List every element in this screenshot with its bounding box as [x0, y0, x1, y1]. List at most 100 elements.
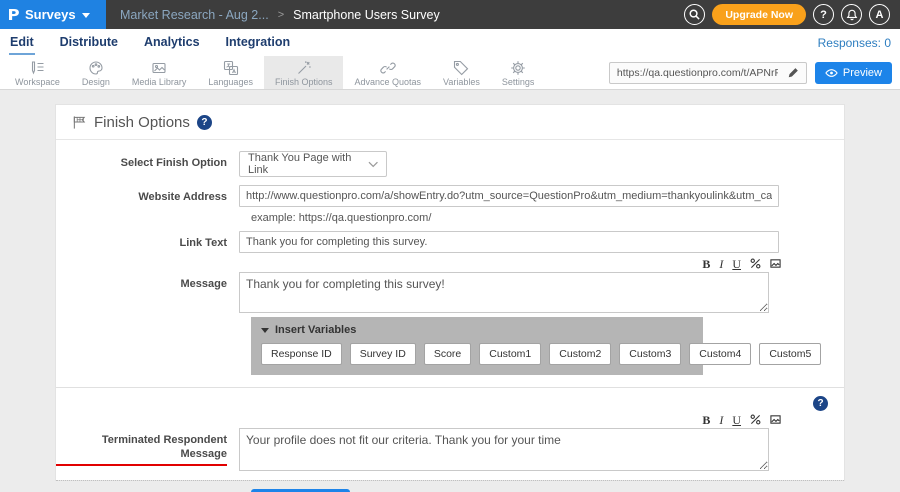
eye-icon: [825, 68, 838, 78]
user-avatar[interactable]: A: [869, 4, 890, 25]
tab-distribute[interactable]: Distribute: [59, 30, 119, 55]
finish-option-select[interactable]: Thank You Page with Link: [239, 151, 387, 177]
toolbar-item-advance-quotas[interactable]: Advance Quotas: [343, 56, 432, 89]
search-button[interactable]: [684, 4, 705, 25]
preview-button[interactable]: Preview: [815, 62, 892, 84]
tab-edit[interactable]: Edit: [9, 30, 35, 55]
search-icon: [688, 8, 701, 21]
toolbar-item-workspace[interactable]: Workspace: [4, 56, 71, 89]
website-address-input[interactable]: [239, 185, 779, 207]
chevron-down-icon: [368, 161, 378, 168]
link-button[interactable]: [750, 414, 761, 425]
product-name: Surveys: [25, 7, 76, 22]
help-button[interactable]: ?: [813, 4, 834, 25]
collapse-caret-icon: [261, 328, 269, 333]
terminated-editor-toolbar: B I U: [251, 413, 781, 426]
toolbar-right-actions: Preview: [609, 56, 900, 89]
insert-image-button[interactable]: [770, 414, 781, 425]
var-custom2-button[interactable]: Custom2: [549, 343, 611, 365]
survey-url-input[interactable]: [610, 67, 782, 79]
terminated-message-row: Terminated Respondent Message Your profi…: [56, 428, 844, 471]
responses-count[interactable]: Responses: 0: [818, 36, 891, 50]
insert-variables-buttons: Response ID Survey ID Score Custom1 Cust…: [251, 341, 703, 375]
chevron-down-icon: [82, 13, 90, 18]
breadcrumb-survey-name: Smartphone Users Survey: [293, 8, 440, 22]
terminated-help-row: ?: [56, 388, 844, 413]
translate-icon: [223, 60, 239, 76]
top-header-bar: P Surveys Market Research - Aug 2... > S…: [0, 0, 900, 29]
message-textarea[interactable]: Thank you for completing this survey!: [239, 272, 769, 313]
website-address-hint: example: https://qa.questionpro.com/: [251, 212, 844, 224]
var-custom3-button[interactable]: Custom3: [619, 343, 681, 365]
dotted-separator: [56, 480, 844, 481]
insert-image-button[interactable]: [770, 258, 781, 269]
chain-link-icon: [380, 60, 396, 76]
notifications-button[interactable]: [841, 4, 862, 25]
toolbar-item-variables[interactable]: Variables: [432, 56, 491, 89]
palette-icon: [88, 60, 104, 76]
bold-button[interactable]: B: [702, 258, 710, 270]
underline-button[interactable]: U: [732, 258, 741, 270]
upgrade-now-button[interactable]: Upgrade Now: [712, 4, 806, 25]
terminated-message-textarea[interactable]: Your profile does not fit our criteria. …: [239, 428, 769, 471]
bell-icon: [846, 9, 858, 21]
finish-option-row: Select Finish Option Thank You Page with…: [56, 151, 844, 177]
questionpro-logo-icon: P: [7, 6, 19, 24]
surveys-product-menu[interactable]: P Surveys: [0, 0, 106, 29]
message-label: Message: [56, 272, 239, 292]
website-address-label: Website Address: [56, 185, 239, 205]
insert-variables-toggle[interactable]: Insert Variables: [251, 317, 703, 341]
tab-integration[interactable]: Integration: [225, 30, 292, 55]
italic-button[interactable]: I: [719, 414, 723, 426]
link-button[interactable]: [750, 258, 761, 269]
var-survey-id-button[interactable]: Survey ID: [350, 343, 416, 365]
main-nav-tabs: Edit Distribute Analytics Integration Re…: [0, 29, 900, 56]
link-text-row: Link Text: [56, 231, 844, 253]
var-custom4-button[interactable]: Custom4: [689, 343, 751, 365]
website-address-row: Website Address: [56, 185, 844, 207]
tab-analytics[interactable]: Analytics: [143, 30, 201, 55]
message-editor-toolbar: B I U: [251, 257, 781, 270]
tag-icon: [453, 60, 469, 76]
breadcrumb-folder[interactable]: Market Research - Aug 2...: [120, 8, 269, 22]
var-custom1-button[interactable]: Custom1: [479, 343, 541, 365]
toolbar-item-settings[interactable]: Settings: [491, 56, 546, 89]
pencil-list-icon: [29, 60, 45, 76]
panel-header: Finish Options ?: [56, 105, 844, 140]
content-area: Finish Options ? Select Finish Option Th…: [0, 90, 900, 492]
link-text-label: Link Text: [56, 231, 239, 251]
bold-button[interactable]: B: [702, 414, 710, 426]
terminated-help-icon[interactable]: ?: [813, 396, 828, 411]
finish-option-label: Select Finish Option: [56, 151, 239, 171]
toolbar-item-languages[interactable]: Languages: [197, 56, 264, 89]
italic-button[interactable]: I: [719, 258, 723, 270]
survey-url-box: [609, 62, 807, 84]
message-row: Message Thank you for completing this su…: [56, 272, 844, 313]
breadcrumb-separator: >: [278, 9, 284, 21]
finish-options-form: Select Finish Option Thank You Page with…: [56, 140, 844, 492]
finish-options-help-icon[interactable]: ?: [197, 115, 212, 130]
app-window: P Surveys Market Research - Aug 2... > S…: [0, 0, 900, 492]
breadcrumb: Market Research - Aug 2... > Smartphone …: [106, 0, 440, 29]
toolbar-item-finish-options[interactable]: Finish Options: [264, 56, 344, 89]
var-response-id-button[interactable]: Response ID: [261, 343, 342, 365]
header-actions: Upgrade Now ? A: [684, 0, 900, 29]
gear-icon: [510, 60, 526, 76]
edit-url-button[interactable]: [782, 63, 806, 83]
magic-wand-icon: [296, 60, 312, 76]
terminated-message-label: Terminated Respondent Message: [56, 428, 239, 466]
var-score-button[interactable]: Score: [424, 343, 471, 365]
flag-icon: [72, 115, 87, 130]
page-title: Finish Options: [94, 114, 190, 131]
insert-variables-panel: Insert Variables Response ID Survey ID S…: [251, 317, 703, 375]
edit-toolbar: Workspace Design Media Library Languages…: [0, 56, 900, 90]
toolbar-item-design[interactable]: Design: [71, 56, 121, 89]
image-icon: [151, 60, 167, 76]
var-custom5-button[interactable]: Custom5: [759, 343, 821, 365]
pencil-icon: [788, 67, 799, 78]
link-text-input[interactable]: [239, 231, 779, 253]
underline-button[interactable]: U: [732, 414, 741, 426]
toolbar-item-media-library[interactable]: Media Library: [121, 56, 198, 89]
insert-variables-title: Insert Variables: [275, 324, 356, 336]
finish-options-panel: Finish Options ? Select Finish Option Th…: [55, 104, 845, 481]
